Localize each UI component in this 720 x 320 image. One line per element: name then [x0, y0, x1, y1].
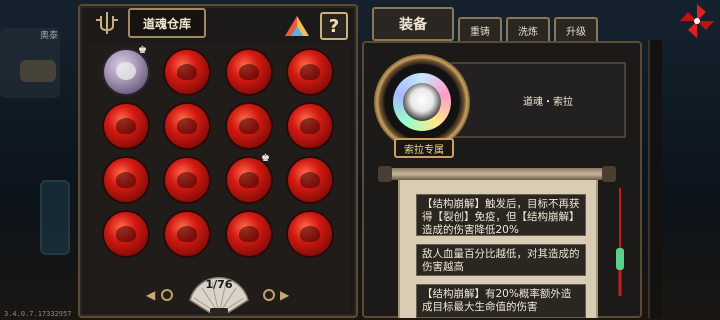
background-crate — [20, 60, 56, 82]
item-portrait-orb — [403, 83, 441, 121]
soul-orb-3[interactable] — [227, 50, 271, 94]
soul-orb-2[interactable] — [165, 50, 209, 94]
soul-orb-12[interactable] — [288, 158, 332, 202]
prev-page-button[interactable]: ◀ — [146, 288, 155, 302]
paper-fan-icon — [189, 276, 249, 316]
fork-ornament-icon — [96, 12, 118, 34]
scroll-rod — [382, 168, 610, 180]
soul-orb-9[interactable] — [104, 158, 148, 202]
scroll-ornament-left-icon — [161, 289, 173, 301]
soul-orb-7[interactable] — [227, 104, 271, 148]
page-indicator: 1/76 — [205, 278, 233, 291]
jade-tassel-icon — [616, 188, 624, 296]
tab-refine[interactable]: 洗炼 — [506, 17, 550, 41]
tab-equipment[interactable]: 装备 — [372, 7, 454, 41]
soul-orb-14[interactable] — [165, 212, 209, 256]
scroll-knob-left — [378, 166, 392, 182]
overhead-label: 奥泰 — [40, 31, 59, 41]
description-entry-2: 敌人血量百分比越低，对其造成的伤害越高 — [416, 244, 586, 276]
soul-orb-15[interactable] — [227, 212, 271, 256]
item-name: 道魂・索拉 — [523, 96, 573, 108]
orb-badge-11: ♚ — [261, 153, 270, 164]
warehouse-title: 道魂仓库 — [128, 8, 206, 38]
soul-orb-11[interactable] — [227, 158, 271, 202]
soul-orb-10[interactable] — [165, 158, 209, 202]
soul-orb-6[interactable] — [165, 104, 209, 148]
orb-badge-1: ♚ — [138, 45, 147, 56]
version-label: 3.4.0.7.17332957 — [4, 310, 72, 318]
soul-orb-5[interactable] — [104, 104, 148, 148]
soul-orb-13[interactable] — [104, 212, 148, 256]
background-capsule — [40, 180, 70, 255]
scroll-knob-right — [602, 166, 616, 182]
tab-reforge[interactable]: 重铸 — [458, 17, 502, 41]
side-rail — [648, 40, 662, 318]
soul-orb-16[interactable] — [288, 212, 332, 256]
soul-orb-8[interactable] — [288, 104, 332, 148]
help-button[interactable]: ? — [320, 12, 348, 40]
description-entry-1: 【结构崩解】触发后，目标不再获得【裂创】免疫，但【结构崩解】造成的伤害降低20% — [416, 194, 586, 236]
description-entry-3: 【结构崩解】有20%概率额外造成目标最大生命值的伤害 — [416, 284, 586, 318]
scroll-ornament-right-icon — [263, 289, 275, 301]
next-page-button[interactable]: ▶ — [280, 288, 289, 302]
triangle-sort-icon[interactable] — [283, 14, 311, 38]
soul-orb-4[interactable] — [288, 50, 332, 94]
item-name-box: 道魂・索拉 — [450, 62, 626, 138]
exclusive-badge: 索拉专属 — [394, 138, 454, 158]
soul-orb-1[interactable] — [104, 50, 148, 94]
pinwheel-close-icon[interactable] — [678, 2, 716, 40]
tab-upgrade[interactable]: 升级 — [554, 17, 598, 41]
